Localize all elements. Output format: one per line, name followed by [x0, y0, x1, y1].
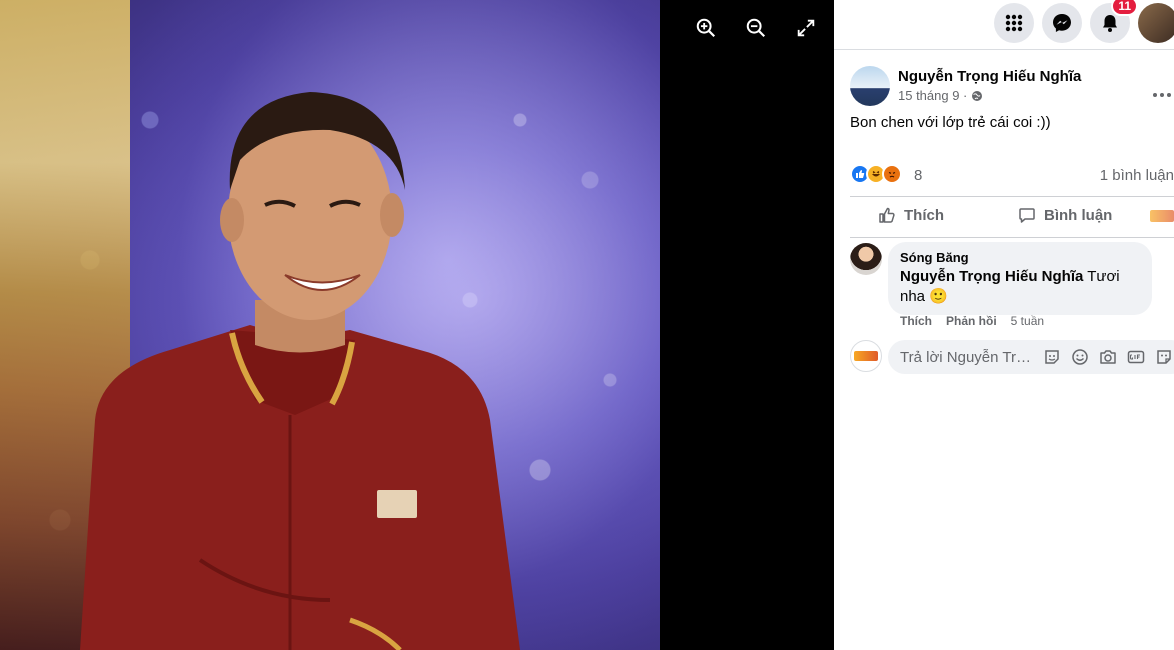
zoom-out-button[interactable] — [740, 12, 772, 44]
like-button[interactable]: Thích — [878, 206, 944, 224]
post-date[interactable]: 15 tháng 9 · — [898, 88, 967, 103]
comment-label: Bình luận — [1044, 206, 1113, 224]
commenter-avatar[interactable] — [850, 243, 882, 275]
gif-button[interactable] — [1126, 347, 1146, 367]
divider — [850, 196, 1174, 197]
comment-actions: Thích Phản hồi 5 tuần — [900, 314, 1044, 328]
comment-count[interactable]: 1 bình luận — [1100, 167, 1174, 184]
zoom-in-button[interactable] — [690, 12, 722, 44]
comment-bubble: Sóng Băng Nguyễn Trọng Hiếu Nghĩa Tươi n… — [888, 242, 1152, 315]
more-options-icon — [1153, 93, 1171, 97]
post-text: Bon chen với lớp trẻ cái coi :)) — [850, 114, 1051, 131]
post-photo[interactable] — [0, 0, 660, 650]
reply-placeholder: Trả lời Nguyễn Trọng Hiếu Nghĩa... — [900, 348, 1032, 366]
globe-icon — [972, 90, 983, 101]
top-bar-icons: 11 — [994, 0, 1174, 43]
camera-icon — [1100, 350, 1116, 364]
reply-input[interactable]: Trả lời Nguyễn Trọng Hiếu Nghĩa... — [888, 340, 1174, 374]
menu-button[interactable] — [994, 3, 1034, 43]
photo-viewer: 11 Nguyễn Trọng Hiếu Nghĩa 15 tháng 9 · … — [0, 0, 1174, 650]
notification-badge: 11 — [1111, 0, 1138, 16]
emoji-icon — [1072, 349, 1088, 365]
author-avatar[interactable] — [850, 66, 890, 106]
avatar-sticker-button[interactable] — [1042, 347, 1062, 367]
page-logo — [854, 351, 878, 361]
thumbs-up-icon — [879, 207, 895, 223]
page-avatar[interactable] — [850, 340, 882, 372]
fullscreen-button[interactable] — [790, 12, 822, 44]
comment-author[interactable]: Sóng Băng — [900, 250, 1140, 265]
post-author-name[interactable]: Nguyễn Trọng Hiếu Nghĩa — [898, 68, 1081, 85]
divider — [850, 237, 1174, 238]
reactions-bar: 8 1 bình luận — [850, 164, 1174, 188]
post-panel: 11 Nguyễn Trọng Hiếu Nghĩa 15 tháng 9 · … — [834, 0, 1174, 650]
notifications-button[interactable]: 11 — [1090, 0, 1138, 43]
avatar-sticker-icon — [1045, 350, 1059, 364]
sticker-icon — [1157, 350, 1171, 364]
grid-menu-icon — [1005, 14, 1023, 32]
photo-person — [80, 92, 520, 650]
reply-tools — [1042, 347, 1174, 367]
bell-icon — [1103, 15, 1117, 32]
post-actions: Thích Bình luận — [850, 198, 1174, 236]
like-label: Thích — [904, 206, 944, 224]
angry-reaction-icon — [882, 164, 902, 184]
comment-mention[interactable]: Nguyễn Trọng Hiếu Nghĩa — [900, 268, 1083, 285]
post-options-button[interactable] — [1152, 82, 1172, 103]
post-meta: 15 tháng 9 · — [898, 88, 983, 103]
share-page-logo[interactable] — [1150, 210, 1174, 222]
comment-time[interactable]: 5 tuần — [1011, 314, 1044, 328]
camera-button[interactable] — [1098, 347, 1118, 367]
zoom-in-icon — [696, 18, 716, 38]
gif-icon — [1127, 350, 1145, 364]
messenger-icon — [1053, 14, 1071, 32]
fullscreen-icon — [797, 19, 815, 37]
comment-like-button[interactable]: Thích — [900, 314, 932, 328]
comment-icon — [1019, 208, 1035, 223]
sticker-button[interactable] — [1154, 347, 1174, 367]
emoji-button[interactable] — [1070, 347, 1090, 367]
viewer-toolbar — [690, 12, 822, 44]
account-avatar[interactable] — [1138, 3, 1174, 43]
comment-text: Nguyễn Trọng Hiếu Nghĩa Tươi nha 🙂 — [900, 267, 1140, 307]
zoom-out-icon — [746, 18, 766, 38]
media-area — [0, 0, 834, 650]
top-bar: 11 — [834, 0, 1174, 50]
comment-button[interactable]: Bình luận — [1018, 206, 1112, 224]
reaction-count[interactable]: 8 — [914, 167, 922, 184]
comment-reply-button[interactable]: Phản hồi — [946, 314, 997, 328]
messenger-button[interactable] — [1042, 3, 1082, 43]
reaction-icons[interactable] — [850, 164, 902, 184]
